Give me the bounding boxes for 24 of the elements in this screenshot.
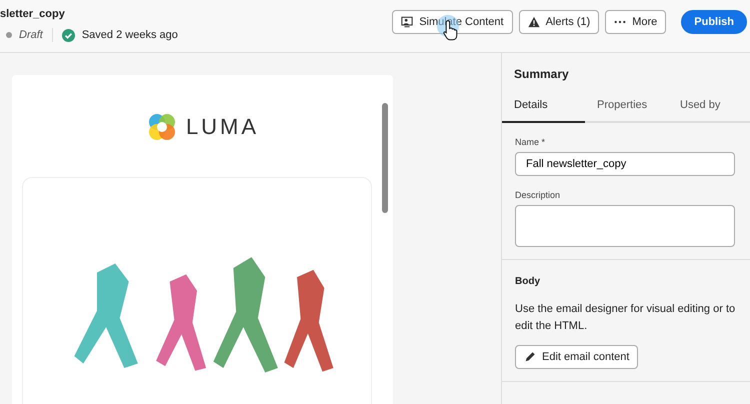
name-field[interactable]: Fall newsletter_copy	[515, 152, 735, 176]
description-field[interactable]	[515, 205, 735, 247]
page-title: sletter_copy	[0, 8, 66, 20]
more-button[interactable]: More	[605, 10, 666, 34]
check-circle-icon	[62, 28, 75, 42]
panel-title: Summary	[513, 66, 570, 83]
alerts-button[interactable]: Alerts (1)	[518, 10, 600, 34]
publish-button[interactable]: Publish	[681, 10, 747, 34]
tab[interactable]: Used by	[668, 91, 750, 123]
tab[interactable]: Properties	[585, 91, 668, 123]
section-title: Body	[515, 276, 541, 287]
monitor-icon	[401, 16, 414, 28]
field-label: Name *	[515, 137, 546, 147]
status-label: Draft	[19, 29, 43, 41]
pencil-icon	[524, 351, 536, 363]
more-icon	[614, 20, 626, 24]
edit-email-content-button[interactable]: Edit email content	[515, 345, 638, 369]
logo-text: LUMA	[186, 114, 260, 140]
body-description: Use the email designer for visual editing or to edit the HTML.	[515, 302, 736, 334]
field-label: Description	[515, 190, 562, 200]
saved-status: Saved 2 weeks ago	[82, 29, 178, 41]
tab[interactable]: Details	[502, 91, 585, 123]
status-dot-icon	[6, 32, 12, 38]
warning-icon	[528, 16, 540, 28]
